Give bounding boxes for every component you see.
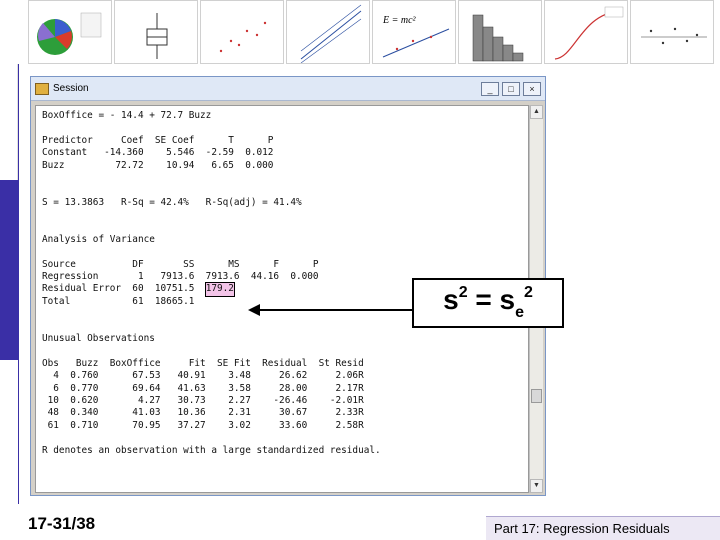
output-line: 48 0.340 41.03 10.36 2.31 30.67 2.33R <box>42 407 364 419</box>
arrow-icon <box>248 304 412 316</box>
formula-right-exponent: 2 <box>523 284 533 301</box>
formula-equals: = s <box>467 284 516 315</box>
output-line: Residual Error 60 10751.5 179.2 <box>42 282 235 297</box>
output-line: 61 0.710 70.95 37.27 3.02 33.60 2.58R <box>42 419 364 431</box>
output-line: 6 0.770 69.64 41.63 3.58 28.00 2.17R <box>42 382 364 394</box>
histogram-icon <box>472 14 524 62</box>
scatterplot-icon <box>219 21 267 53</box>
left-margin <box>0 64 18 180</box>
title-bar[interactable]: Session _ □ × <box>31 77 545 101</box>
thumbnail-histogram[interactable] <box>458 0 542 64</box>
pie-chart-icon <box>37 12 102 55</box>
minimize-button[interactable]: _ <box>481 81 499 96</box>
boxplot-icon <box>146 13 168 59</box>
formula-text: s2 = se2 <box>443 284 533 322</box>
thumbnail-fitted-line[interactable] <box>286 0 370 64</box>
thumbnail-pie-chart[interactable] <box>28 0 112 64</box>
output-line: Obs Buzz BoxOffice Fit SE Fit Residual S… <box>42 357 364 369</box>
thumbnail-cdf-plot[interactable] <box>544 0 628 64</box>
regression-output: BoxOffice = - 14.4 + 72.7 Buzz Predictor … <box>42 110 381 457</box>
output-line: R denotes an observation with a large st… <box>42 444 381 456</box>
output-line: Buzz 72.72 10.94 6.65 0.000 <box>42 159 274 171</box>
residual-scatter-icon <box>641 27 707 45</box>
thumbnail-residual-scatter[interactable] <box>630 0 714 64</box>
close-button[interactable]: × <box>523 81 541 96</box>
formula-callout: s2 = se2 <box>412 278 564 328</box>
scroll-up-icon[interactable]: ▲ <box>530 105 543 119</box>
thumbnail-boxplot[interactable] <box>114 0 198 64</box>
maximize-button[interactable]: □ <box>502 81 520 96</box>
output-line: Source DF SS MS F P <box>42 258 319 270</box>
formula-left: s <box>443 284 459 315</box>
thumbnail-scatterplot-1[interactable] <box>200 0 284 64</box>
output-line: 10 0.620 4.27 30.73 2.27 -26.46 -2.01R <box>42 394 364 406</box>
svg-text:E = mc²: E = mc² <box>382 15 417 26</box>
cdf-plot-icon <box>554 6 624 60</box>
output-line: 4 0.760 67.53 40.91 3.48 26.62 2.06R <box>42 370 364 382</box>
scroll-down-icon[interactable]: ▼ <box>530 479 543 493</box>
formula-subscript: e <box>515 304 524 321</box>
section-title: Part 17: Regression Residuals <box>486 516 720 540</box>
output-line: Predictor Coef SE Coef T P <box>42 134 274 146</box>
output-line: Regression 1 7913.6 7913.6 44.16 0.000 <box>42 271 319 283</box>
window-title: Session <box>53 83 89 94</box>
slide-number: 17-31/38 <box>28 514 96 533</box>
scroll-thumb[interactable] <box>531 389 542 403</box>
output-line: Analysis of Variance <box>42 233 155 245</box>
output-line: Unusual Observations <box>42 333 155 345</box>
accent-band <box>0 180 18 360</box>
fitted-line-icon <box>300 4 362 63</box>
thumbnail-formula-scatter[interactable]: E = mc² <box>372 0 456 64</box>
accent-rule <box>18 64 19 504</box>
formula-scatter-icon: E = mc² <box>382 15 450 58</box>
mse-highlight: 179.2 <box>204 282 235 297</box>
output-line: Constant -14.360 5.546 -2.59 0.012 <box>42 147 274 159</box>
output-line: S = 13.3863 R-Sq = 42.4% R-Sq(adj) = 41.… <box>42 196 302 208</box>
session-icon <box>35 82 49 95</box>
thumbnail-strip: E = mc² <box>28 0 720 64</box>
formula-left-exponent: 2 <box>458 284 468 301</box>
output-line: BoxOffice = - 14.4 + 72.7 Buzz <box>42 110 212 121</box>
